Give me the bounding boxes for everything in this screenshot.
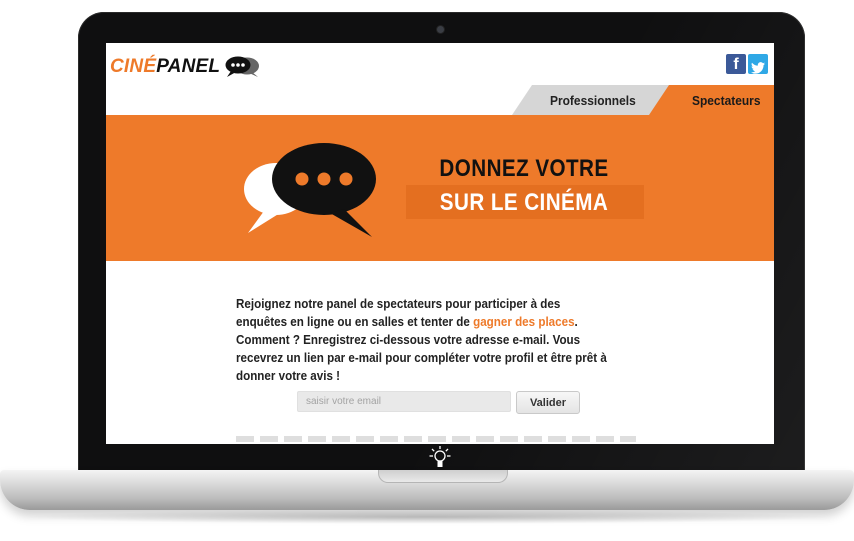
email-input[interactable] [297, 391, 511, 412]
tab-professionnels-label: Professionnels [550, 93, 636, 108]
facebook-icon[interactable]: f [726, 54, 746, 74]
validate-button[interactable]: Valider [516, 391, 580, 414]
webcam [437, 26, 444, 33]
site-header: CINÉ PANEL f [106, 43, 774, 87]
laptop-shadow [20, 510, 834, 524]
tab-spectateurs[interactable]: Spectateurs [649, 85, 774, 115]
hero-banner: DONNEZ VOTRE AVIS SUR LE CINÉMA [106, 115, 774, 261]
logo-cine-text: CINÉ [110, 56, 157, 77]
speech-bubbles-icon [225, 56, 260, 77]
laptop-screen: CINÉ PANEL f Professionnels Spectateurs … [106, 43, 774, 444]
intro-paragraph: Rejoignez notre panel de spectateurs pou… [236, 295, 608, 385]
cinepanel-logo[interactable]: CINÉ PANEL [110, 56, 260, 78]
win-tickets-link[interactable]: gagner des places [473, 315, 574, 329]
twitter-bird-glyph [751, 62, 765, 74]
twitter-icon[interactable] [748, 54, 768, 74]
cropped-text-line [236, 436, 636, 442]
lightbulb-icon [429, 446, 451, 467]
logo-panel-text: PANEL [156, 56, 221, 77]
audience-tabs: Professionnels Spectateurs [106, 85, 774, 115]
social-links: f [726, 54, 768, 74]
tab-spectateurs-label: Spectateurs [692, 93, 761, 108]
speech-bubbles-icon [244, 143, 376, 237]
laptop-base-notch [378, 470, 508, 483]
hero-subtitle: SUR LE CINÉMA [439, 189, 609, 216]
